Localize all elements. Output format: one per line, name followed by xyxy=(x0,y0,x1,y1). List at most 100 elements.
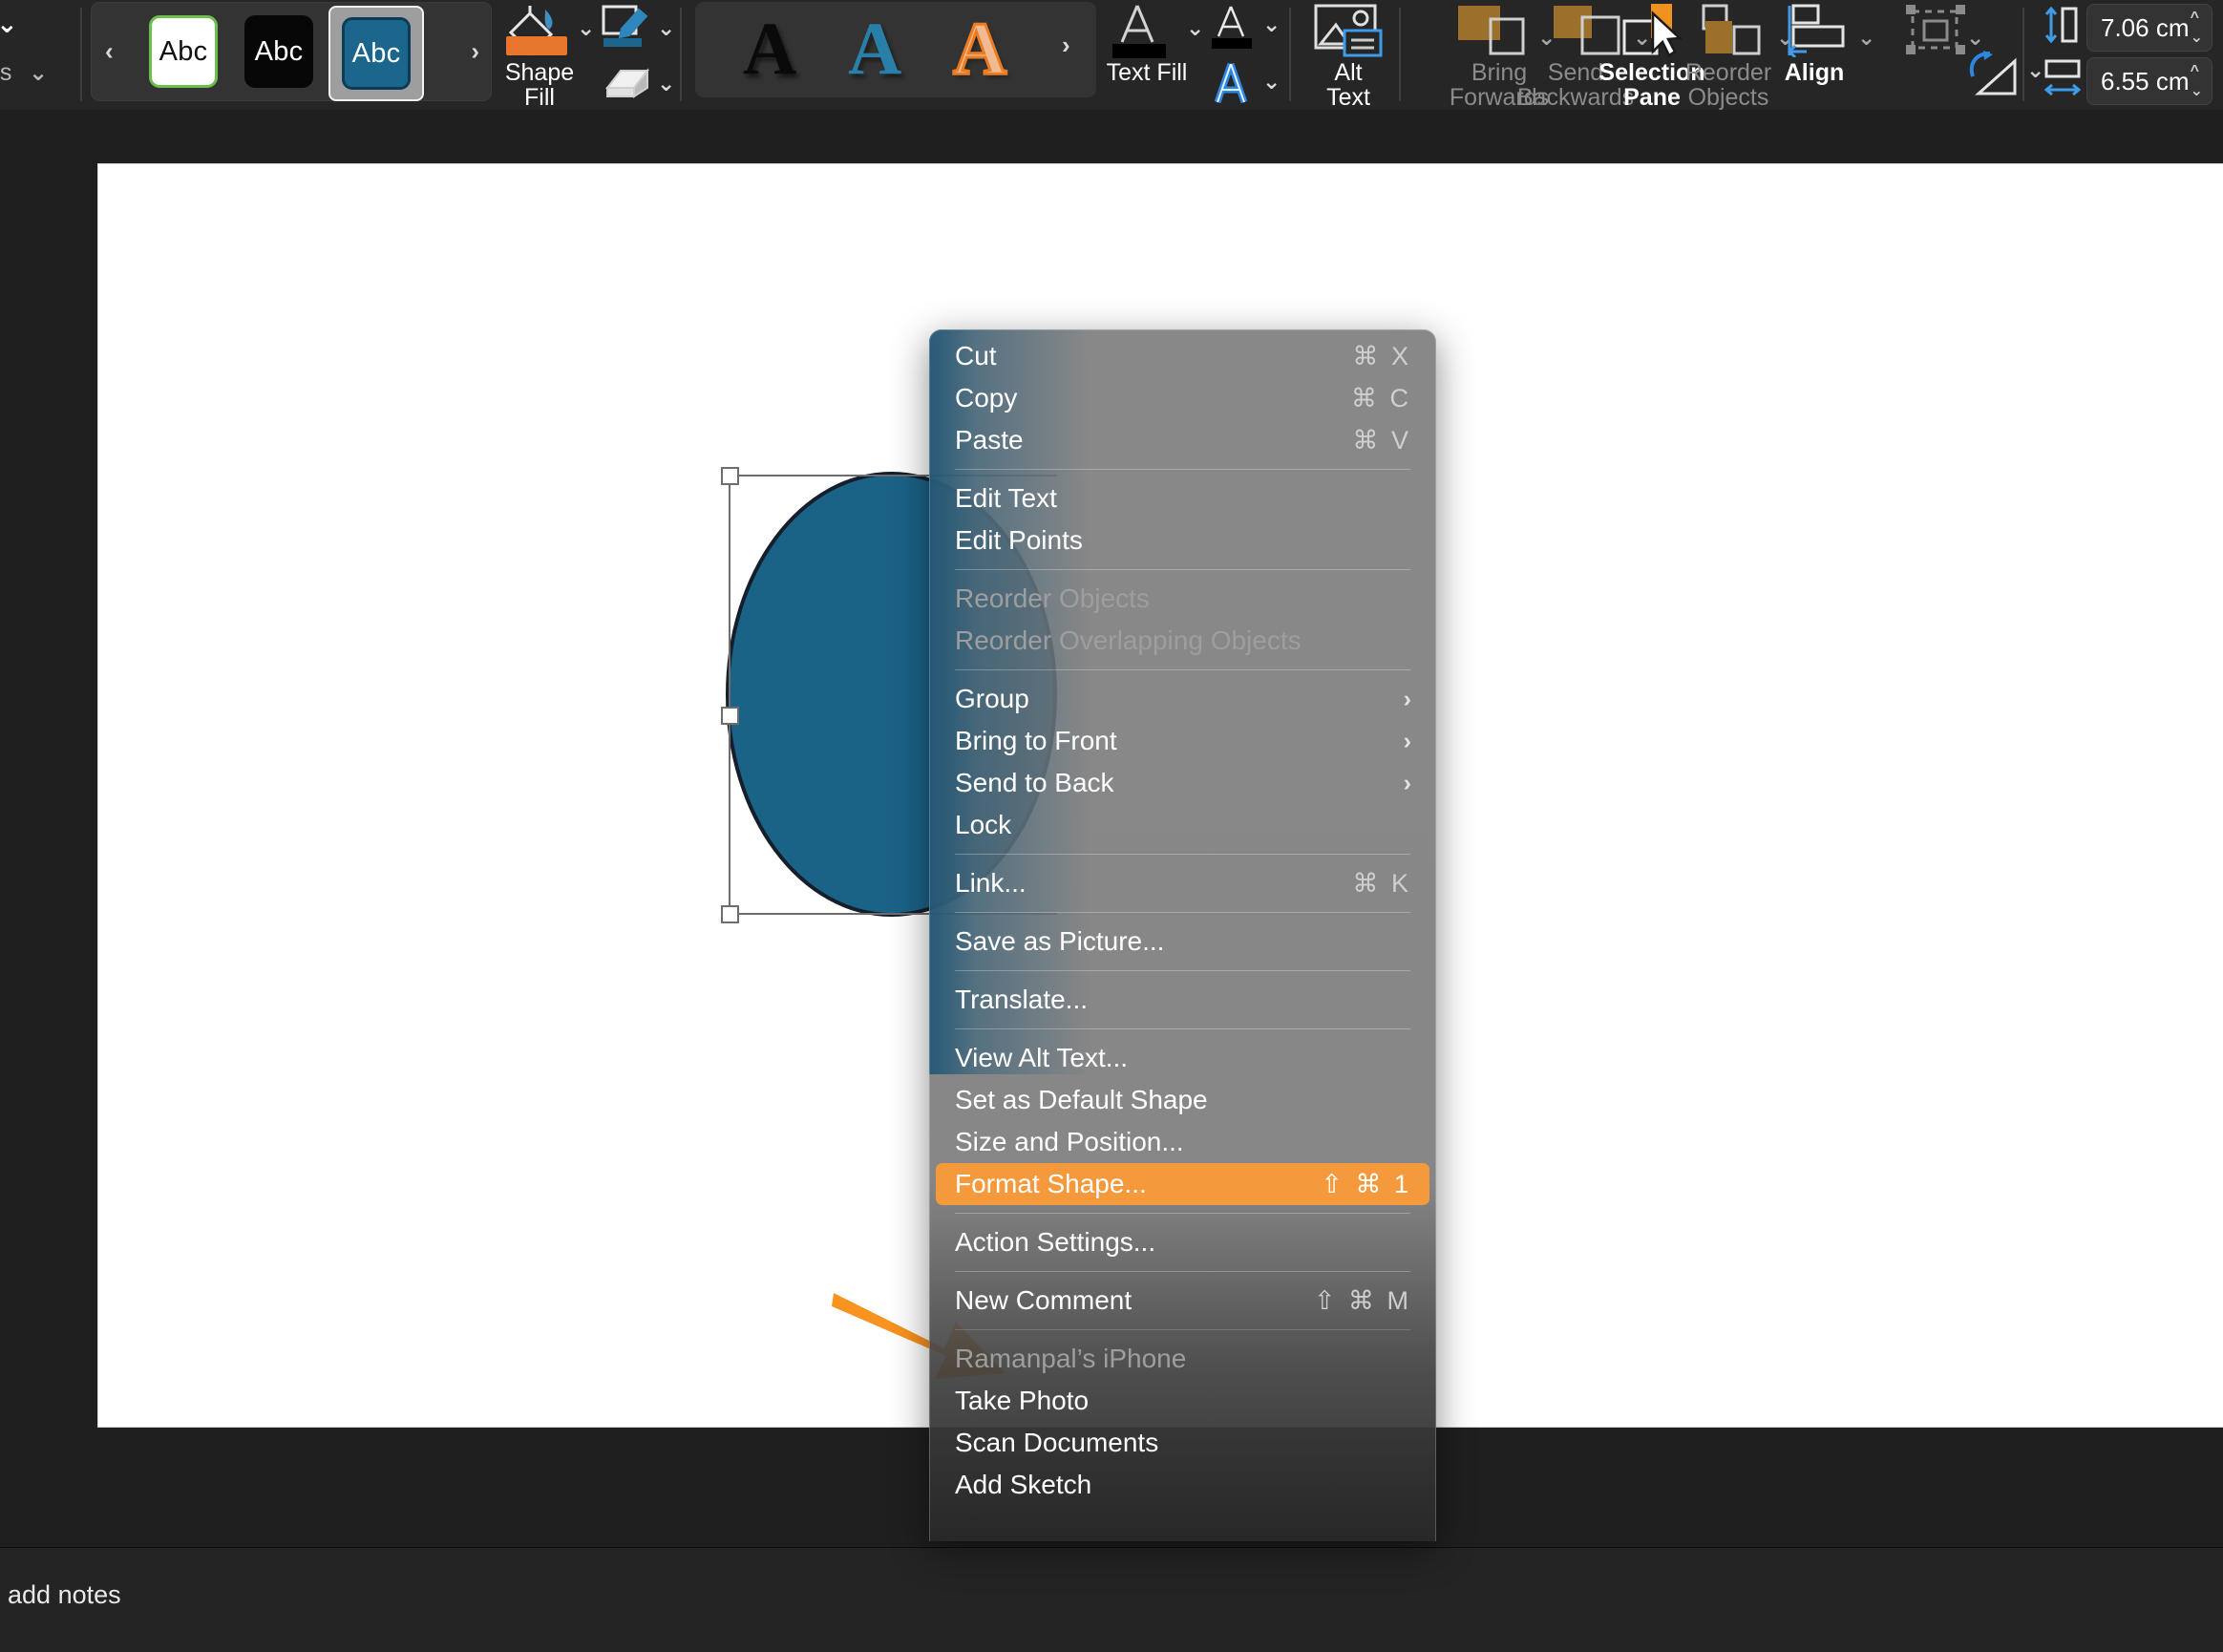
shape-style-swatch-1[interactable]: Abc xyxy=(138,6,229,97)
wordart-styles-gallery[interactable]: A A A › xyxy=(695,2,1096,97)
menu-item-label: Add Sketch xyxy=(955,1470,1092,1499)
menu-separator xyxy=(955,1028,1410,1029)
menu-item-shortcut: ⌘ C xyxy=(1351,383,1411,413)
alt-text-label-line2: Text xyxy=(1326,84,1370,111)
menu-item-link[interactable]: Link... ⌘ K xyxy=(929,862,1436,904)
menu-separator xyxy=(955,669,1410,670)
shape-effects-icon[interactable] xyxy=(602,65,653,101)
wordart-style-1[interactable]: A xyxy=(743,11,796,86)
shape-format-ribbon: ⌄ es ⌄ ‹ Abc Abc Abc › ⌄ Shape Fill ⌄ xyxy=(0,0,2223,111)
align-button[interactable]: ⌄ Align xyxy=(1738,0,1891,110)
shape-height-field[interactable]: 7.06 cm ^ ⌄ xyxy=(2086,4,2212,52)
shape-fill-label-line1: Shape xyxy=(504,59,575,86)
menu-item-translate[interactable]: Translate... xyxy=(929,979,1436,1021)
menu-item-ramanpal-s-iphone: Ramanpal’s iPhone xyxy=(929,1338,1436,1380)
menu-item-lock[interactable]: Lock xyxy=(929,804,1436,846)
notes-bar[interactable]: to add notes xyxy=(0,1547,2223,1652)
chevron-down-icon[interactable]: ⌄ xyxy=(1186,15,1204,41)
menu-item-label: New Comment xyxy=(955,1285,1133,1315)
text-fill-icon[interactable] xyxy=(1111,2,1177,59)
submenu-chevron-icon: › xyxy=(1403,685,1411,712)
notes-placeholder-text: to add notes xyxy=(0,1580,121,1609)
menu-item-label: Save as Picture... xyxy=(955,926,1165,956)
shape-style-swatch-3-selected[interactable]: Abc xyxy=(328,6,424,101)
chevron-down-icon[interactable]: ⌄ xyxy=(1857,25,1875,51)
shape-height-stepper[interactable]: ^ ⌄ xyxy=(2191,8,2203,48)
menu-item-label: Bring to Front xyxy=(955,726,1117,755)
menu-item-size-and-position[interactable]: Size and Position... xyxy=(929,1121,1436,1163)
menu-item-shortcut: ⇧ ⌘ M xyxy=(1313,1285,1411,1315)
text-outline-icon[interactable] xyxy=(1208,2,1258,53)
menu-item-shortcut: ⌘ V xyxy=(1352,425,1411,455)
menu-item-copy[interactable]: Copy ⌘ C xyxy=(929,377,1436,419)
selection-handle-bottom-left[interactable] xyxy=(721,905,739,923)
swatch-label: Abc xyxy=(149,15,218,88)
shape-width-stepper[interactable]: ^ ⌄ xyxy=(2191,61,2203,101)
menu-item-label: Lock xyxy=(955,810,1012,839)
chevron-down-icon[interactable]: ⌄ xyxy=(29,59,48,87)
menu-item-bring-to-front[interactable]: Bring to Front › xyxy=(929,720,1436,762)
rotate-objects-button[interactable]: ⌄ xyxy=(1948,46,2053,107)
menu-item-send-to-back[interactable]: Send to Back › xyxy=(929,762,1436,804)
menu-item-take-photo[interactable]: Take Photo xyxy=(929,1380,1436,1422)
alt-text-icon[interactable] xyxy=(1313,4,1384,63)
gallery-next-icon[interactable]: › xyxy=(471,37,479,67)
menu-item-group[interactable]: Group › xyxy=(929,678,1436,720)
wordart-gallery-next-icon[interactable]: › xyxy=(1062,31,1070,60)
menu-item-cut[interactable]: Cut ⌘ X xyxy=(929,335,1436,377)
shape-style-swatch-2[interactable]: Abc xyxy=(233,6,325,97)
menu-item-scan-documents[interactable]: Scan Documents xyxy=(929,1422,1436,1464)
menu-separator xyxy=(955,1329,1410,1330)
rotate-icon xyxy=(1969,51,2017,95)
menu-item-action-settings[interactable]: Action Settings... xyxy=(929,1221,1436,1263)
chevron-down-icon[interactable]: ⌄ xyxy=(1262,69,1281,95)
menu-item-new-comment[interactable]: New Comment ⇧ ⌘ M xyxy=(929,1280,1436,1322)
alt-text-label-line1: Alt xyxy=(1334,59,1363,86)
wordart-style-3[interactable]: A xyxy=(951,10,1007,87)
menu-item-set-as-default-shape[interactable]: Set as Default Shape xyxy=(929,1079,1436,1121)
menu-item-view-alt-text[interactable]: View Alt Text... xyxy=(929,1037,1436,1079)
chevron-down-icon[interactable]: ⌄ xyxy=(577,15,595,41)
ribbon-left-partial-label: es xyxy=(0,59,12,86)
shape-styles-gallery[interactable]: ‹ Abc Abc Abc › xyxy=(91,2,492,101)
menu-item-save-as-picture[interactable]: Save as Picture... xyxy=(929,921,1436,963)
selection-handle-middle-left[interactable] xyxy=(721,707,739,725)
selection-frame-left xyxy=(729,475,730,915)
menu-item-label: Scan Documents xyxy=(955,1428,1159,1457)
chevron-down-icon[interactable]: ⌄ xyxy=(2026,57,2044,83)
menu-separator xyxy=(955,854,1410,855)
ribbon-left-partial-group: ⌄ es ⌄ xyxy=(0,0,84,110)
menu-item-edit-points[interactable]: Edit Points xyxy=(929,519,1436,561)
menu-item-format-shape[interactable]: Format Shape... ⇧ ⌘ 1 xyxy=(936,1163,1429,1205)
text-fill-label: Text Fill xyxy=(1106,59,1188,86)
menu-item-shortcut: ⇧ ⌘ 1 xyxy=(1321,1169,1411,1198)
chevron-down-icon[interactable]: ⌄ xyxy=(0,10,18,39)
text-effects-icon[interactable] xyxy=(1208,59,1258,107)
menu-item-label: Group xyxy=(955,684,1029,713)
wordart-style-2[interactable]: A xyxy=(848,11,901,86)
context-menu-items: Cut ⌘ X Copy ⌘ C Paste ⌘ V Edit Text Edit Point… xyxy=(929,329,1436,1541)
menu-item-shortcut: ⌘ K xyxy=(1352,868,1411,898)
shape-width-icon xyxy=(2043,59,2082,96)
menu-item-paste[interactable]: Paste ⌘ V xyxy=(929,419,1436,461)
submenu-chevron-icon: › xyxy=(1403,727,1411,754)
shape-context-menu[interactable]: Cut ⌘ X Copy ⌘ C Paste ⌘ V Edit Text Edit Point… xyxy=(929,329,1436,1541)
menu-separator xyxy=(955,970,1410,971)
gallery-prev-icon[interactable]: ‹ xyxy=(105,37,114,67)
menu-separator xyxy=(955,912,1410,913)
menu-separator xyxy=(955,1271,1410,1272)
shape-fill-current-color xyxy=(506,36,567,55)
menu-item-label: Send to Back xyxy=(955,768,1114,797)
chevron-down-icon[interactable]: ⌄ xyxy=(657,15,675,41)
selection-handle-top-left[interactable] xyxy=(721,467,739,485)
shape-width-field[interactable]: 6.55 cm ^ ⌄ xyxy=(2086,57,2212,105)
menu-item-reorder-objects: Reorder Objects xyxy=(929,578,1436,620)
shape-outline-icon[interactable] xyxy=(599,4,652,53)
chevron-down-icon[interactable]: ⌄ xyxy=(657,71,675,96)
menu-separator xyxy=(955,569,1410,570)
menu-item-label: Ramanpal’s iPhone xyxy=(955,1344,1187,1373)
menu-item-edit-text[interactable]: Edit Text xyxy=(929,477,1436,519)
menu-separator xyxy=(955,1213,1410,1214)
menu-item-add-sketch[interactable]: Add Sketch xyxy=(929,1464,1436,1506)
chevron-down-icon[interactable]: ⌄ xyxy=(1262,11,1281,37)
